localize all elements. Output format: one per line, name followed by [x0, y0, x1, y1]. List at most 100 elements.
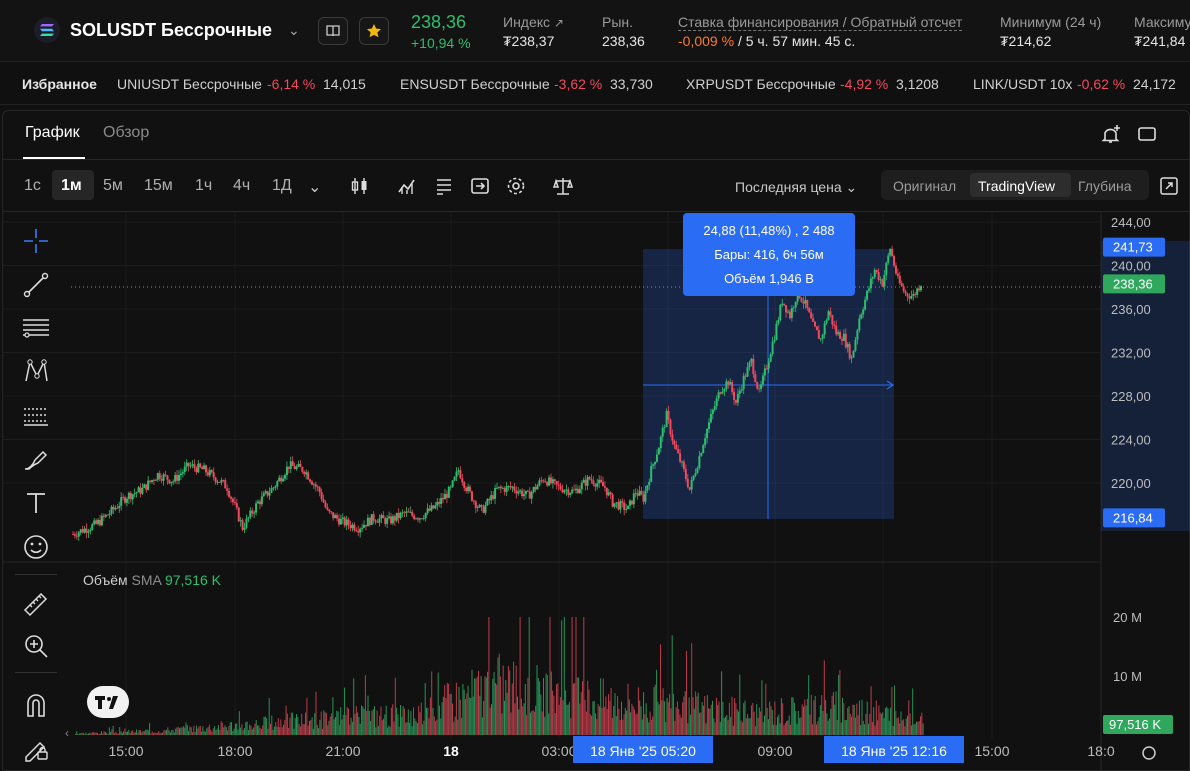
- volume-bar: [743, 703, 745, 735]
- volume-bar: [649, 711, 651, 735]
- candle-body: [748, 362, 751, 368]
- candle-body: [376, 521, 379, 523]
- volume-bar: [601, 707, 603, 735]
- candle-body: [744, 375, 747, 377]
- candle-body: [900, 283, 903, 287]
- candle-body: [867, 288, 870, 291]
- candle-body: [659, 436, 662, 449]
- candle-body: [339, 518, 342, 525]
- star-icon[interactable]: [359, 17, 389, 45]
- volume-bar: [882, 712, 884, 735]
- volume-bar: [384, 714, 386, 735]
- volume-bar: [450, 693, 452, 735]
- volume-bar: [241, 724, 243, 735]
- candle-body: [120, 497, 123, 506]
- volume-bar: [374, 706, 375, 735]
- price-chart[interactable]: 244,00 240,00 236,00 232,00 228,00 224,00 220,…: [3, 111, 1190, 771]
- volume-bar: [680, 717, 682, 735]
- volume-bar: [251, 729, 253, 735]
- candle-body: [282, 478, 285, 482]
- volume-bar: [324, 712, 326, 735]
- candle-body: [480, 504, 483, 507]
- candle-body: [667, 410, 670, 420]
- volume-bar: [221, 722, 223, 735]
- volume-bar: [860, 725, 862, 735]
- volume-bar: [203, 730, 205, 735]
- funding-label[interactable]: Ставка финансирования / Обратный отсчет: [678, 14, 963, 31]
- volume-bar: [718, 701, 720, 735]
- candle-body: [309, 479, 312, 482]
- volume-bar: [312, 728, 314, 735]
- chevron-down-icon[interactable]: ⌄: [288, 22, 300, 39]
- volume-bar: [585, 711, 587, 735]
- candle-body: [457, 470, 460, 472]
- high-value: ₮241,84: [1134, 33, 1186, 49]
- fav-item-name[interactable]: ENSUSDT Бессрочные: [400, 76, 550, 92]
- candle-body: [488, 499, 491, 501]
- volume-bar: [810, 694, 812, 735]
- volume-bar: [167, 727, 169, 735]
- candle-body: [174, 474, 177, 482]
- volume-bar: [766, 707, 768, 735]
- volume-bar: [197, 728, 199, 735]
- candle-body: [738, 390, 741, 394]
- candle-body: [289, 461, 292, 469]
- volume-bar: [634, 709, 635, 735]
- candle-body: [760, 384, 763, 390]
- volume-bar: [774, 701, 776, 735]
- volume-bar: [693, 708, 695, 735]
- candle-body: [341, 517, 344, 519]
- candle-body: [278, 477, 281, 482]
- volume-bar: [318, 728, 320, 735]
- volume-bar: [648, 722, 650, 735]
- volume-bar: [448, 683, 450, 735]
- candle-body: [185, 462, 188, 467]
- volume-bar: [128, 729, 130, 735]
- volume-bar: [710, 704, 712, 735]
- volume-bar: [359, 723, 361, 735]
- volume-bar: [402, 705, 404, 735]
- volume-bar: [784, 722, 786, 735]
- candle-body: [663, 427, 666, 428]
- funding-value: -0,009 % / 5 ч. 57 мин. 45 с.: [678, 33, 856, 49]
- candle-body: [804, 299, 807, 304]
- volume-bar: [227, 730, 229, 735]
- candle-body: [363, 524, 366, 528]
- candle-body: [303, 471, 306, 475]
- volume-bar: [331, 713, 333, 735]
- y-tick-label: 232,00: [1111, 346, 1151, 361]
- high-label: Максимум (24 ч): [1134, 14, 1190, 30]
- tradingview-logo-icon[interactable]: [87, 686, 129, 718]
- volume-bar: [429, 697, 431, 735]
- volume-bar: [114, 733, 115, 735]
- candle-body: [536, 485, 539, 490]
- candle-body: [449, 486, 452, 488]
- book-icon[interactable]: [318, 17, 348, 45]
- candle-body: [133, 493, 136, 495]
- volume-bar: [440, 718, 442, 735]
- candle-body: [129, 492, 132, 500]
- volume-bar: [186, 724, 188, 735]
- fav-item-name[interactable]: XRPUSDT Бессрочные: [686, 76, 836, 92]
- candle-body: [708, 422, 710, 430]
- candle-body: [239, 520, 242, 522]
- volume-bar: [171, 729, 173, 735]
- symbol-name[interactable]: SOLUSDT Бессрочные: [70, 20, 272, 41]
- candle-body: [87, 531, 90, 533]
- candle-body: [432, 505, 435, 509]
- candle-body: [332, 512, 335, 519]
- candle-body: [576, 488, 579, 494]
- fav-item-name[interactable]: UNIUSDT Бессрочные: [117, 76, 262, 92]
- candle-body: [322, 499, 325, 503]
- candle-body: [559, 485, 562, 490]
- volume-bar: [85, 732, 87, 735]
- candle-body: [345, 519, 348, 526]
- volume-bar: [82, 732, 84, 735]
- fav-item-name[interactable]: LINK/USDT 10x: [973, 76, 1072, 92]
- volume-bar: [75, 733, 76, 735]
- candle-body: [222, 480, 225, 481]
- candle-body: [241, 520, 244, 530]
- volume-bar: [129, 733, 131, 735]
- candle-body: [769, 354, 772, 362]
- volume-bar: [831, 695, 833, 735]
